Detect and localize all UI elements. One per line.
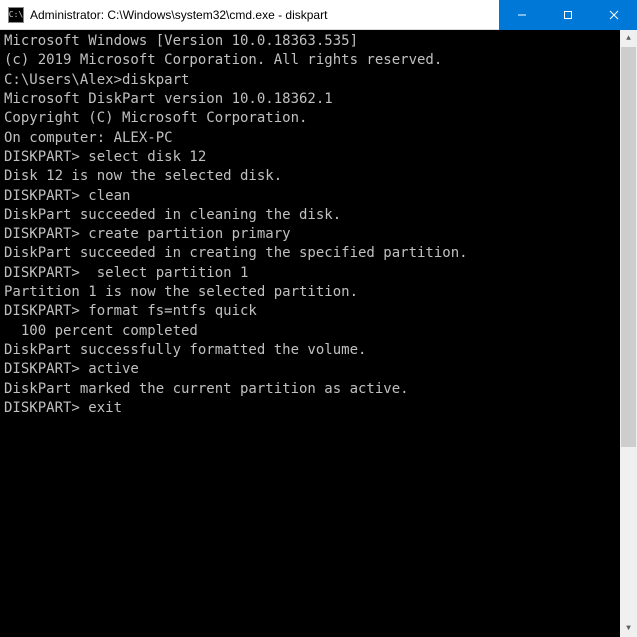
scroll-up-arrow[interactable]: ▲ xyxy=(620,30,637,47)
terminal-line: DISKPART> create partition primary xyxy=(4,225,633,244)
close-icon xyxy=(609,10,619,20)
terminal-line: DISKPART> active xyxy=(4,360,633,379)
terminal-line: (c) 2019 Microsoft Corporation. All righ… xyxy=(4,51,633,70)
terminal-line: Microsoft DiskPart version 10.0.18362.1 xyxy=(4,90,633,109)
maximize-icon xyxy=(563,10,573,20)
maximize-button[interactable] xyxy=(545,0,591,30)
terminal-line: C:\Users\Alex>diskpart xyxy=(4,71,633,90)
scrollbar[interactable]: ▲ ▼ xyxy=(620,30,637,637)
terminal-line: Copyright (C) Microsoft Corporation. xyxy=(4,109,633,128)
terminal-line: 100 percent completed xyxy=(4,322,633,341)
scrollbar-thumb[interactable] xyxy=(621,47,636,447)
terminal-line: DISKPART> clean xyxy=(4,187,633,206)
terminal-line: DiskPart successfully formatted the volu… xyxy=(4,341,633,360)
terminal-output[interactable]: Microsoft Windows [Version 10.0.18363.53… xyxy=(0,30,637,637)
terminal-line: DISKPART> exit xyxy=(4,399,633,418)
cmd-icon: C:\ xyxy=(8,7,24,23)
titlebar[interactable]: C:\ Administrator: C:\Windows\system32\c… xyxy=(0,0,637,30)
terminal-line: DISKPART> format fs=ntfs quick xyxy=(4,302,633,321)
terminal-line: DiskPart succeeded in creating the speci… xyxy=(4,244,633,263)
terminal-line: Partition 1 is now the selected partitio… xyxy=(4,283,633,302)
close-button[interactable] xyxy=(591,0,637,30)
terminal-line: Microsoft Windows [Version 10.0.18363.53… xyxy=(4,32,633,51)
window-controls xyxy=(499,0,637,29)
minimize-button[interactable] xyxy=(499,0,545,30)
cmd-window: C:\ Administrator: C:\Windows\system32\c… xyxy=(0,0,637,637)
terminal-line: On computer: ALEX-PC xyxy=(4,129,633,148)
terminal-line: DiskPart marked the current partition as… xyxy=(4,380,633,399)
window-title: Administrator: C:\Windows\system32\cmd.e… xyxy=(30,8,499,22)
terminal-line: DiskPart succeeded in cleaning the disk. xyxy=(4,206,633,225)
minimize-icon xyxy=(517,10,527,20)
scroll-down-arrow[interactable]: ▼ xyxy=(620,620,637,637)
terminal-line: Disk 12 is now the selected disk. xyxy=(4,167,633,186)
terminal-line: DISKPART> select partition 1 xyxy=(4,264,633,283)
terminal-line: DISKPART> select disk 12 xyxy=(4,148,633,167)
